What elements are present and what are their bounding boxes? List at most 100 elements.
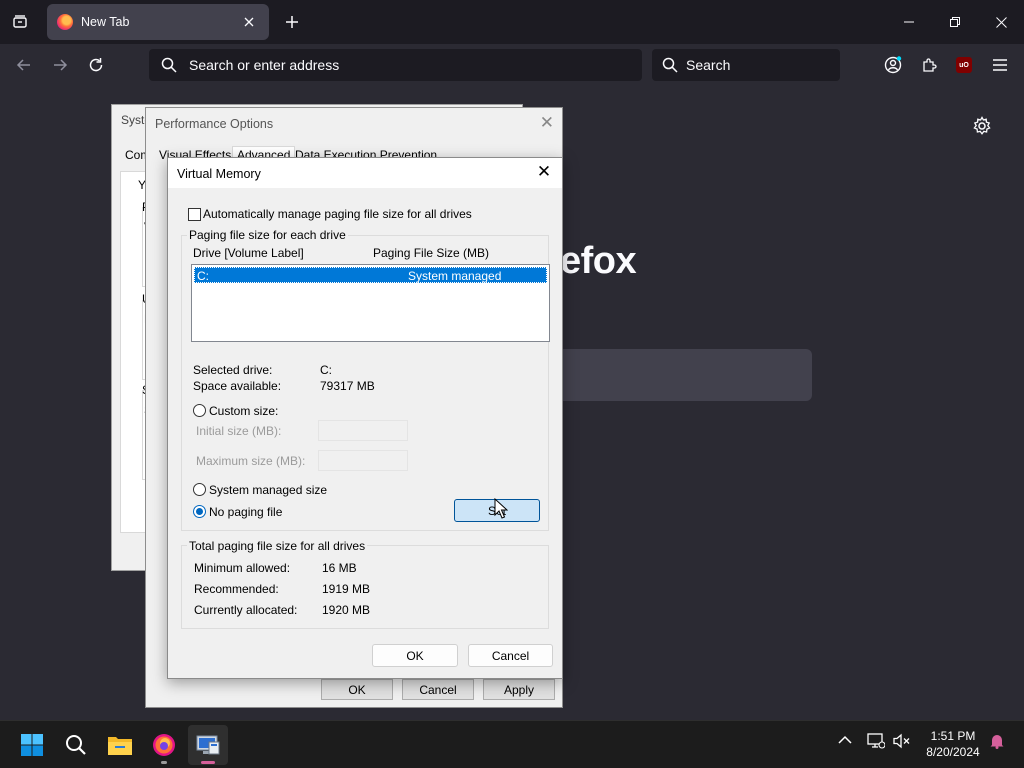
customize-new-tab-button[interactable] bbox=[972, 116, 992, 139]
new-tab-button[interactable] bbox=[278, 8, 306, 36]
firefox-icon bbox=[57, 14, 73, 30]
minimum-allowed-label: Minimum allowed: bbox=[194, 561, 291, 575]
forward-button[interactable] bbox=[46, 51, 74, 79]
address-placeholder: Search or enter address bbox=[189, 57, 340, 73]
ublock-icon: uO bbox=[956, 57, 972, 73]
close-icon bbox=[995, 16, 1007, 28]
system-managed-radio[interactable] bbox=[193, 483, 206, 496]
firefox-taskbar-button[interactable] bbox=[144, 725, 184, 765]
windows-logo-icon bbox=[21, 734, 43, 756]
column-header-size: Paging File Size (MB) bbox=[373, 246, 490, 260]
folder-icon bbox=[108, 737, 132, 755]
firefox-icon bbox=[153, 734, 175, 756]
search-bar[interactable]: Search bbox=[652, 49, 840, 81]
mouse-cursor-icon bbox=[494, 498, 508, 519]
column-header-drive: Drive [Volume Label] bbox=[193, 246, 304, 260]
maximum-size-label: Maximum size (MB): bbox=[196, 454, 306, 468]
show-hidden-icons-button[interactable] bbox=[838, 733, 852, 750]
network-icon bbox=[867, 733, 886, 749]
drive-paging-size: System managed bbox=[408, 269, 502, 283]
puzzle-icon bbox=[923, 58, 937, 72]
custom-size-radio[interactable] bbox=[193, 404, 206, 417]
hamburger-menu-icon bbox=[993, 59, 1007, 71]
restore-button[interactable] bbox=[932, 0, 978, 44]
close-window-button[interactable] bbox=[978, 0, 1024, 44]
taskbar-clock[interactable]: 1:51 PM 8/20/2024 bbox=[920, 728, 986, 760]
system-properties-icon bbox=[196, 735, 220, 755]
custom-size-label[interactable]: Custom size: bbox=[209, 404, 278, 418]
close-tab-button[interactable] bbox=[239, 12, 259, 32]
space-available-value: 79317 MB bbox=[320, 379, 375, 393]
tab-list-icon bbox=[13, 15, 27, 28]
per-drive-group-label: Paging file size for each drive bbox=[187, 228, 348, 242]
volume-button[interactable] bbox=[893, 733, 911, 752]
tab-title: New Tab bbox=[81, 15, 130, 29]
browser-tab-bar: New Tab bbox=[0, 0, 1024, 44]
drive-row[interactable]: C: System managed bbox=[194, 267, 547, 283]
plus-icon bbox=[286, 16, 298, 28]
list-all-tabs-button[interactable] bbox=[6, 8, 34, 36]
bell-icon bbox=[990, 735, 1004, 749]
close-icon bbox=[244, 17, 254, 27]
selected-drive-label: Selected drive: bbox=[193, 363, 273, 377]
cancel-button[interactable]: Cancel bbox=[468, 644, 553, 667]
menu-button[interactable] bbox=[986, 51, 1014, 79]
drive-list[interactable]: C: System managed bbox=[191, 264, 550, 342]
currently-allocated-value: 1920 MB bbox=[322, 603, 371, 617]
account-icon bbox=[884, 56, 902, 74]
currently-allocated-label: Currently allocated: bbox=[194, 603, 298, 617]
apply-button[interactable]: Apply bbox=[483, 679, 555, 700]
system-managed-label[interactable]: System managed size bbox=[209, 483, 327, 497]
search-icon bbox=[161, 57, 177, 73]
navigation-toolbar: Search or enter address Search uO bbox=[0, 44, 1024, 86]
recommended-label: Recommended: bbox=[194, 582, 279, 596]
performance-options-title: Performance Options bbox=[155, 117, 274, 131]
active-indicator bbox=[201, 761, 215, 764]
reload-button[interactable] bbox=[82, 51, 110, 79]
arrow-right-icon bbox=[54, 59, 68, 71]
no-paging-file-radio[interactable] bbox=[193, 505, 206, 518]
gear-icon bbox=[973, 116, 991, 135]
taskbar-search-button[interactable] bbox=[56, 725, 96, 765]
initial-size-label: Initial size (MB): bbox=[196, 424, 282, 438]
file-explorer-button[interactable] bbox=[100, 725, 140, 765]
auto-manage-label[interactable]: Automatically manage paging file size fo… bbox=[203, 207, 472, 221]
arrow-left-icon bbox=[16, 59, 30, 71]
search-icon bbox=[662, 57, 678, 73]
start-button[interactable] bbox=[12, 725, 52, 765]
extensions-button[interactable] bbox=[915, 51, 943, 79]
ok-button[interactable]: OK bbox=[372, 644, 458, 667]
new-tab-search-box[interactable] bbox=[555, 349, 812, 401]
maximum-size-input[interactable] bbox=[318, 450, 408, 471]
no-paging-file-label[interactable]: No paging file bbox=[209, 505, 282, 519]
taskbar: 1:51 PM 8/20/2024 bbox=[0, 720, 1024, 768]
network-status-button[interactable] bbox=[867, 733, 886, 752]
minimum-allowed-value: 16 MB bbox=[322, 561, 357, 575]
clock-time: 1:51 PM bbox=[930, 729, 976, 743]
selected-drive-value: C: bbox=[320, 363, 332, 377]
ok-button[interactable]: OK bbox=[321, 679, 393, 700]
system-properties-taskbar-button[interactable] bbox=[188, 725, 228, 765]
drive-letter: C: bbox=[197, 269, 209, 283]
back-button[interactable] bbox=[10, 51, 38, 79]
recommended-value: 1919 MB bbox=[322, 582, 371, 596]
firefox-wordmark: efox bbox=[560, 240, 637, 282]
virtual-memory-dialog: Virtual Memory ✕ Automatically manage pa… bbox=[167, 157, 563, 679]
cancel-button[interactable]: Cancel bbox=[402, 679, 474, 700]
close-button[interactable]: ✕ bbox=[540, 113, 554, 133]
auto-manage-checkbox[interactable] bbox=[188, 208, 201, 221]
tab-new-tab[interactable]: New Tab bbox=[47, 4, 269, 40]
address-bar[interactable]: Search or enter address bbox=[149, 49, 642, 81]
account-button[interactable] bbox=[879, 51, 907, 79]
dialog-title: Virtual Memory bbox=[177, 167, 261, 181]
restore-icon bbox=[950, 17, 960, 27]
initial-size-input[interactable] bbox=[318, 420, 408, 441]
close-button[interactable]: ✕ bbox=[534, 162, 554, 182]
notifications-button[interactable] bbox=[989, 733, 1005, 752]
ublock-button[interactable]: uO bbox=[950, 51, 978, 79]
running-indicator bbox=[161, 761, 167, 764]
minimize-button[interactable] bbox=[886, 0, 932, 44]
clock-date: 8/20/2024 bbox=[926, 745, 980, 759]
space-available-label: Space available: bbox=[193, 379, 282, 393]
search-placeholder: Search bbox=[686, 57, 731, 73]
